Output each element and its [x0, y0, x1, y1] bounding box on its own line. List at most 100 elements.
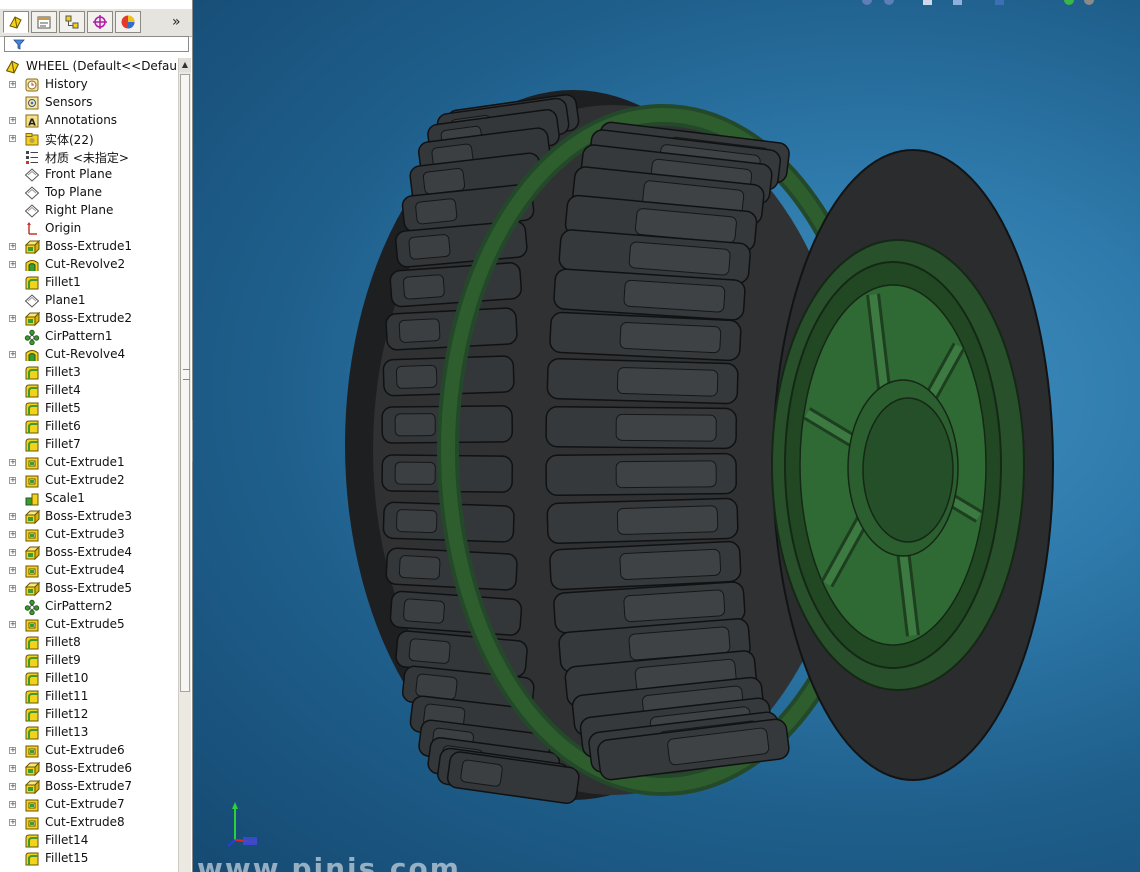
tree-item[interactable]: + 实体(22)	[0, 130, 178, 148]
tab-display-manager[interactable]	[115, 11, 141, 33]
fillet-icon	[25, 726, 39, 740]
more-tabs-button[interactable]: »	[172, 14, 181, 30]
tree-root-wheel[interactable]: WHEEL (Default<<Default>	[4, 58, 179, 75]
tree-item[interactable]: + Boss-Extrude1	[0, 238, 178, 256]
tree-item[interactable]: Fillet3	[0, 364, 178, 382]
tree-item[interactable]: + Cut-Revolve4	[0, 346, 178, 364]
tree-item[interactable]: Fillet8	[0, 634, 178, 652]
tree-item-label: Scale1	[45, 491, 85, 505]
scroll-up-button[interactable]: ▲	[179, 58, 191, 72]
expand-toggle[interactable]: +	[9, 513, 16, 520]
boss-icon	[24, 311, 40, 327]
tree-item[interactable]: + Boss-Extrude6	[0, 760, 178, 778]
expand-toggle[interactable]: +	[9, 81, 16, 88]
tab-property-manager[interactable]	[31, 11, 57, 33]
tree-item[interactable]: Sensors	[0, 94, 178, 112]
tree-item[interactable]: Fillet12	[0, 706, 178, 724]
expand-toggle[interactable]: +	[9, 315, 16, 322]
tree-item-label: Fillet12	[45, 707, 89, 721]
tree-item-label: Cut-Extrude1	[45, 455, 125, 469]
tree-item[interactable]: + Cut-Extrude6	[0, 742, 178, 760]
tree-item[interactable]: + Cut-Extrude5	[0, 616, 178, 634]
origin-icon	[27, 222, 37, 235]
tree-item[interactable]: Fillet10	[0, 670, 178, 688]
tree-scrollbar[interactable]: ▲	[178, 58, 191, 872]
tree-item-label: Boss-Extrude4	[45, 545, 132, 559]
tree-item-label: Cut-Extrude7	[45, 797, 125, 811]
expand-toggle[interactable]: +	[9, 117, 16, 124]
tree-root-label: WHEEL (Default<<Default>	[26, 59, 179, 73]
tree-item[interactable]: + Cut-Revolve2	[0, 256, 178, 274]
expand-toggle[interactable]: +	[9, 801, 16, 808]
expand-toggle[interactable]: +	[9, 765, 16, 772]
tree-item[interactable]: CirPattern2	[0, 598, 178, 616]
expand-toggle[interactable]: +	[9, 351, 16, 358]
tree-item[interactable]: + Boss-Extrude3	[0, 508, 178, 526]
expand-toggle[interactable]: +	[9, 261, 16, 268]
tab-configuration-manager[interactable]	[59, 11, 85, 33]
tree-item[interactable]: + Boss-Extrude2	[0, 310, 178, 328]
tree-item-label: Top Plane	[45, 185, 102, 199]
scroll-thumb[interactable]	[180, 74, 190, 692]
tree-item[interactable]: Fillet4	[0, 382, 178, 400]
expand-toggle[interactable]: +	[9, 477, 16, 484]
expand-toggle[interactable]: +	[9, 135, 16, 142]
tree-item[interactable]: Fillet9	[0, 652, 178, 670]
expand-toggle[interactable]: +	[9, 819, 16, 826]
pattern-icon	[24, 329, 40, 345]
tree-item[interactable]: + Boss-Extrude7	[0, 778, 178, 796]
expand-toggle[interactable]: +	[9, 621, 16, 628]
expand-toggle[interactable]: +	[9, 459, 16, 466]
tree-item[interactable]: + Boss-Extrude5	[0, 580, 178, 598]
tree-item[interactable]: + History	[0, 76, 178, 94]
part-icon	[5, 60, 20, 74]
cut-icon	[25, 817, 39, 830]
tree-item[interactable]: Fillet1	[0, 274, 178, 292]
tree-item[interactable]: + A Annotations	[0, 112, 178, 130]
tree-item[interactable]: Front Plane	[0, 166, 178, 184]
expand-toggle[interactable]: +	[9, 747, 16, 754]
expand-toggle[interactable]: +	[9, 243, 16, 250]
tab-feature-manager[interactable]	[3, 11, 29, 33]
tree-item-label: Boss-Extrude7	[45, 779, 132, 793]
cut-icon	[25, 529, 39, 542]
history-icon	[25, 78, 39, 92]
graphics-viewport[interactable]: www.pinjs.com	[193, 0, 1140, 872]
tree-item-label: Fillet10	[45, 671, 89, 685]
tree-item[interactable]: Fillet11	[0, 688, 178, 706]
expand-toggle[interactable]: +	[9, 585, 16, 592]
tree-item[interactable]: Fillet14	[0, 832, 178, 850]
tree-item[interactable]: + Cut-Extrude4	[0, 562, 178, 580]
tree-item[interactable]: Fillet15	[0, 850, 178, 868]
tree-item[interactable]: + Cut-Extrude3	[0, 526, 178, 544]
cut-icon	[25, 745, 39, 758]
tree-item-label: Cut-Extrude4	[45, 563, 125, 577]
tree-item[interactable]: Scale1	[0, 490, 178, 508]
svg-text:A: A	[28, 118, 36, 129]
tree-item[interactable]: Origin	[0, 220, 178, 238]
tree-item[interactable]: + Cut-Extrude8	[0, 814, 178, 832]
fillet-icon	[25, 654, 39, 668]
tree-item[interactable]: + Boss-Extrude4	[0, 544, 178, 562]
tree-item[interactable]: Fillet13	[0, 724, 178, 742]
feature-filter-input[interactable]	[4, 36, 189, 52]
tree-item[interactable]: + Cut-Extrude2	[0, 472, 178, 490]
expand-toggle[interactable]: +	[9, 549, 16, 556]
tree-item[interactable]: + Cut-Extrude7	[0, 796, 178, 814]
tree-item[interactable]: 材质 <未指定>	[0, 148, 178, 166]
tree-item[interactable]: Fillet6	[0, 418, 178, 436]
tab-dimxpert[interactable]	[87, 11, 113, 33]
expand-toggle[interactable]: +	[9, 531, 16, 538]
expand-toggle[interactable]: +	[9, 567, 16, 574]
tree-item[interactable]: Plane1	[0, 292, 178, 310]
fillet-icon	[25, 276, 39, 290]
tree-item[interactable]: CirPattern1	[0, 328, 178, 346]
panel-tab-bar: »	[0, 9, 192, 37]
tree-item-label: Cut-Extrude5	[45, 617, 125, 631]
expand-toggle[interactable]: +	[9, 783, 16, 790]
tree-item[interactable]: Right Plane	[0, 202, 178, 220]
tree-item[interactable]: Fillet5	[0, 400, 178, 418]
tree-item[interactable]: Top Plane	[0, 184, 178, 202]
tree-item[interactable]: Fillet7	[0, 436, 178, 454]
tree-item[interactable]: + Cut-Extrude1	[0, 454, 178, 472]
